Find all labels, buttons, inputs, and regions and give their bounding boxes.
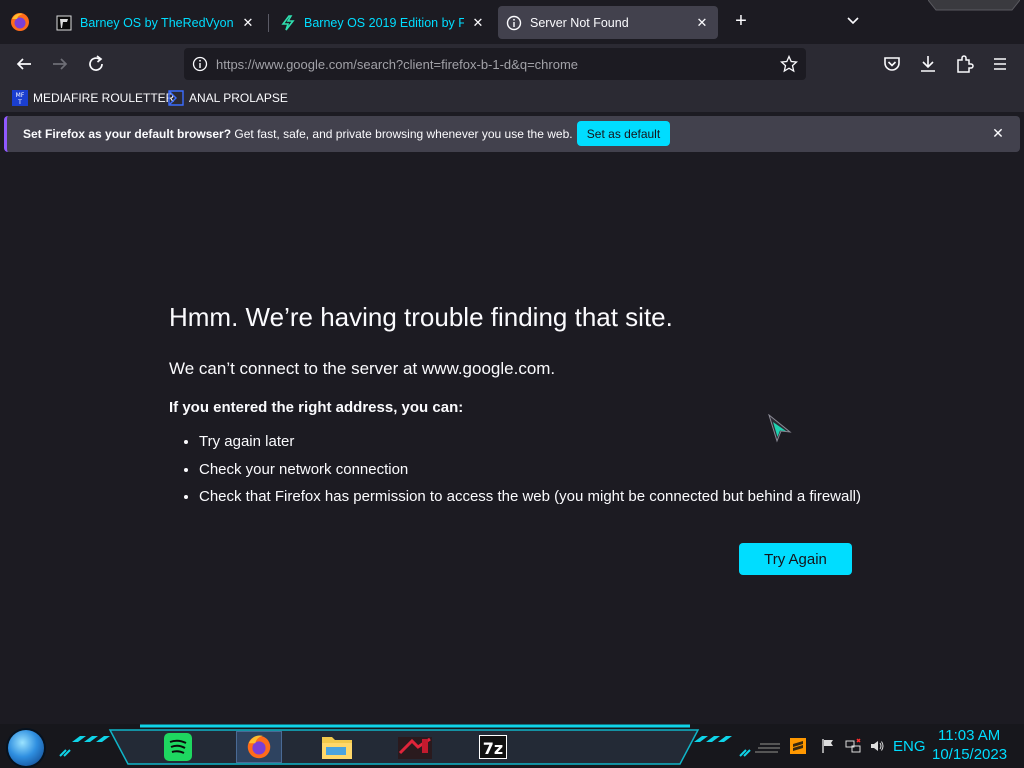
pocket-icon[interactable]: [880, 52, 904, 76]
firefox-icon[interactable]: [236, 731, 282, 763]
svg-text:T: T: [17, 99, 22, 106]
mouse-cursor-icon: [768, 414, 792, 443]
notification-text: Get fast, safe, and private browsing whe…: [231, 127, 573, 141]
game-app-icon[interactable]: [392, 731, 438, 763]
tab-title: Barney OS 2019 Edition by FunTVEdits: [304, 15, 464, 30]
error-hint: If you entered the right address, you ca…: [169, 399, 464, 416]
tab-strip: Barney OS by TheRedVyonderAd ✕ Barney OS…: [0, 0, 1024, 44]
set-as-default-button[interactable]: Set as default: [577, 121, 670, 146]
list-item: Check that Firefox has permission to acc…: [199, 487, 861, 515]
file-explorer-icon[interactable]: [314, 731, 360, 763]
bookmarks-toolbar: MF T MEDIAFIRE ROULETTER ANAL PROLAPSE: [0, 84, 1024, 112]
bookmark-star-icon[interactable]: [780, 55, 798, 73]
reload-icon[interactable]: [84, 52, 108, 76]
lightning-icon: [281, 14, 295, 30]
clock-date[interactable]: 10/15/2023: [932, 746, 1007, 763]
notification-message: Set Firefox as your default browser? Get…: [23, 127, 573, 141]
page-content: Hmm. We’re having trouble finding that s…: [0, 156, 1024, 724]
back-arrow-icon[interactable]: [12, 52, 36, 76]
close-tab-icon[interactable]: ✕: [694, 15, 710, 31]
downloads-icon[interactable]: [916, 52, 940, 76]
spotify-icon[interactable]: [156, 731, 202, 763]
bookmark-label: ANAL PROLAPSE: [189, 91, 288, 105]
try-again-button[interactable]: Try Again: [739, 543, 852, 575]
address-bar[interactable]: [184, 48, 806, 80]
error-suggestion-list: Try again later Check your network conne…: [169, 432, 861, 515]
close-notification-icon[interactable]: ✕: [990, 125, 1006, 141]
hamburger-menu-icon[interactable]: [988, 52, 1012, 76]
notification-question: Set Firefox as your default browser?: [23, 127, 232, 141]
flag-icon[interactable]: [820, 738, 836, 754]
bookmark-label: MEDIAFIRE ROULETTER: [33, 91, 175, 105]
tab-title: Server Not Found: [530, 15, 629, 30]
barney-bw-icon: [56, 15, 72, 30]
error-title: Hmm. We’re having trouble finding that s…: [169, 302, 673, 332]
bookmark-folder-icon: [168, 90, 184, 106]
bookmark-anal-prolapse[interactable]: ANAL PROLAPSE: [168, 88, 288, 108]
tab-title: Barney OS by TheRedVyonderAd: [80, 15, 234, 30]
language-indicator[interactable]: ENG: [893, 738, 926, 755]
info-icon: [506, 15, 522, 30]
navigation-toolbar: [0, 44, 1024, 84]
tab-server-not-found[interactable]: Server Not Found ✕: [498, 6, 718, 39]
volume-icon[interactable]: [869, 738, 885, 754]
firefox-icon[interactable]: [8, 10, 32, 34]
extensions-icon[interactable]: [952, 52, 976, 76]
tab-barney-os-theredvyonder[interactable]: Barney OS by TheRedVyonderAd ✕: [48, 6, 264, 39]
mediafire-icon: MF T: [12, 90, 28, 106]
svg-text:MF: MF: [16, 92, 25, 99]
tab-barney-os-2019[interactable]: Barney OS 2019 Edition by FunTVEdits ✕: [272, 6, 494, 39]
sublime-text-icon[interactable]: [790, 738, 806, 754]
bookmark-mediafire-rouletter[interactable]: MF T MEDIAFIRE ROULETTER: [12, 88, 174, 108]
site-info-icon[interactable]: [192, 56, 208, 72]
tab-separator: [268, 14, 269, 32]
taskbar: 7z ENG 11:03 AM 10/15/2023: [0, 724, 1024, 768]
url-input[interactable]: [216, 54, 756, 74]
start-button[interactable]: [8, 730, 44, 766]
forward-arrow-icon[interactable]: [48, 52, 72, 76]
new-tab-button[interactable]: +: [730, 10, 752, 32]
default-browser-notification: Set Firefox as your default browser? Get…: [4, 116, 1020, 152]
7zip-icon[interactable]: 7z: [470, 731, 516, 763]
list-item: Check your network connection: [199, 460, 861, 488]
error-short-description: We can’t connect to the server at www.go…: [169, 359, 556, 378]
close-tab-icon[interactable]: ✕: [240, 15, 256, 31]
list-item: Try again later: [199, 432, 861, 460]
network-icon[interactable]: [845, 738, 861, 754]
chevron-down-icon[interactable]: [842, 10, 864, 32]
svg-text:7z: 7z: [483, 739, 503, 758]
clock-time[interactable]: 11:03 AM: [938, 727, 1000, 744]
window-corner-decoration: [928, 0, 1020, 11]
close-tab-icon[interactable]: ✕: [470, 15, 486, 31]
